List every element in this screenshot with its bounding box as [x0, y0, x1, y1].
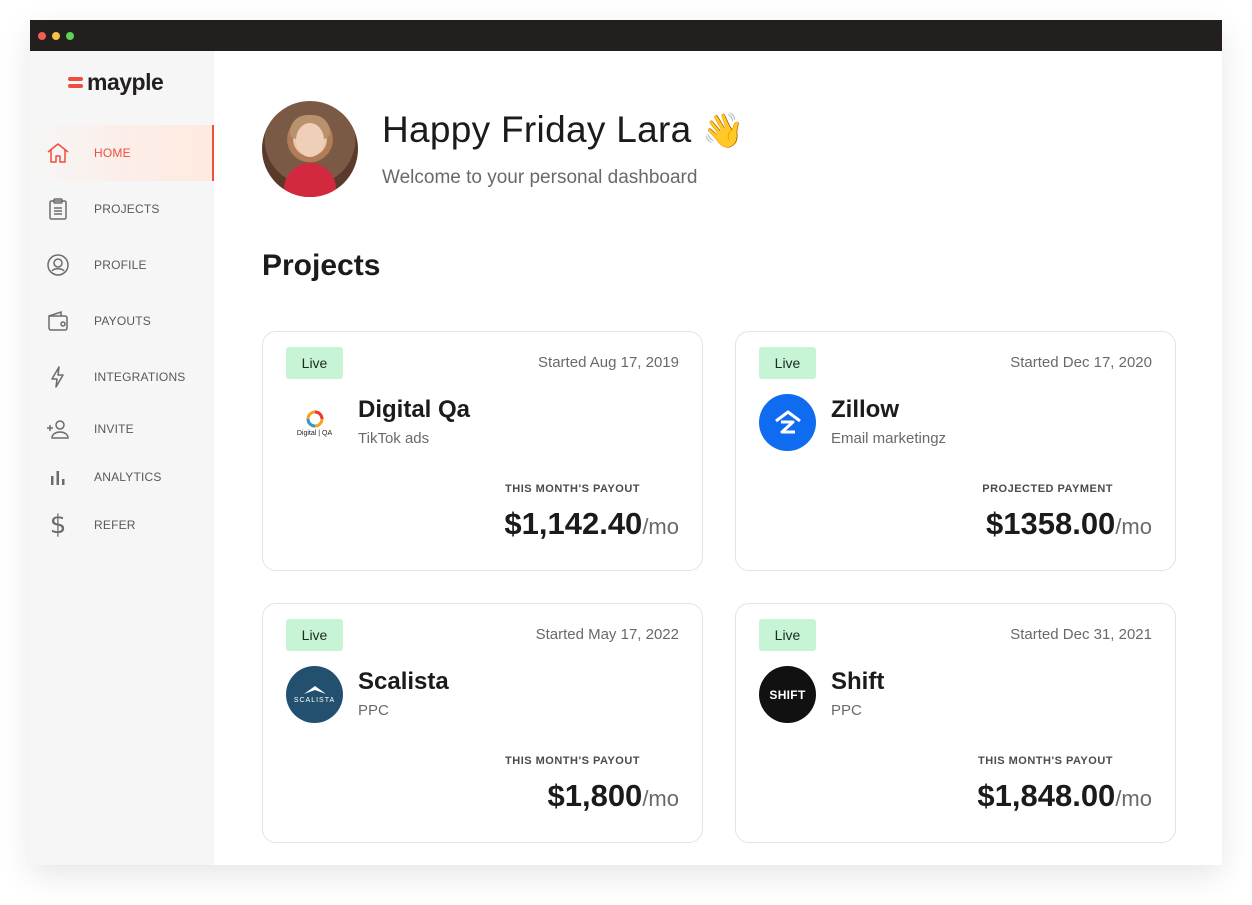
- digital-qa-logo-text: Digital | QA: [296, 429, 333, 437]
- maximize-window-dot[interactable]: [66, 31, 74, 40]
- sidebar-item-label: INVITE: [94, 422, 134, 436]
- project-card-scalista[interactable]: Live Started May 17, 2022 SCALISTA Scali…: [262, 603, 703, 843]
- project-type: PPC: [831, 702, 862, 719]
- project-card-zillow[interactable]: Live Started Dec 17, 2020 Zillow Email m…: [735, 331, 1176, 571]
- minimize-window-dot[interactable]: [52, 31, 60, 40]
- payout-label: THIS MONTH'S PAYOUT: [505, 755, 640, 767]
- sidebar-item-integrations[interactable]: INTEGRATIONS: [30, 349, 214, 405]
- scalista-peak-icon: [303, 686, 326, 694]
- project-type: TikTok ads: [358, 430, 430, 447]
- project-name: Zillow: [831, 396, 899, 423]
- sidebar-item-projects[interactable]: PROJECTS: [30, 181, 214, 237]
- status-badge: Live: [759, 619, 816, 651]
- start-date: Started Dec 17, 2020: [1010, 354, 1152, 371]
- payout-label: PROJECTED PAYMENT: [982, 483, 1113, 495]
- sidebar-item-invite[interactable]: INVITE: [30, 405, 214, 453]
- sidebar-item-label: INTEGRATIONS: [94, 370, 186, 384]
- project-name: Digital Qa: [358, 396, 471, 423]
- clipboard-icon: [46, 197, 70, 221]
- user-circle-icon: [46, 253, 70, 277]
- amount-period: /mo: [1115, 514, 1152, 539]
- start-date: Started Aug 17, 2019: [538, 354, 679, 371]
- title-bar: [30, 20, 1222, 51]
- bar-chart-icon: [46, 465, 70, 489]
- projects-section-title: Projects: [262, 249, 381, 282]
- lightning-icon: [46, 365, 70, 389]
- sidebar-nav: HOME PROJECTS PROFILE PAYOUTS INTEGRATIO…: [30, 125, 214, 549]
- shift-logo-icon: SHIFT: [759, 666, 816, 723]
- page-title: Happy Friday Lara 👋: [382, 109, 745, 151]
- project-name: Scalista: [358, 668, 449, 695]
- sidebar-item-label: ANALYTICS: [94, 470, 162, 484]
- amount-value: $1,142.40: [504, 506, 643, 541]
- status-badge: Live: [286, 347, 343, 379]
- logo-text: mayple: [87, 69, 164, 95]
- main-content: Happy Friday Lara 👋 Welcome to your pers…: [214, 51, 1222, 865]
- amount-value: $1,800: [547, 778, 643, 813]
- add-person-icon: [46, 417, 70, 441]
- wallet-icon: [46, 309, 70, 333]
- amount-period: /mo: [1115, 786, 1152, 811]
- project-card-digital-qa[interactable]: Live Started Aug 17, 2019 Digital | QA D…: [262, 331, 703, 571]
- close-window-dot[interactable]: [38, 31, 46, 40]
- mayple-logo[interactable]: mayple: [68, 69, 164, 96]
- payout-amount: $1,800 /mo: [547, 778, 679, 814]
- zillow-logo-icon: [759, 394, 816, 451]
- sidebar-item-payouts[interactable]: PAYOUTS: [30, 293, 214, 349]
- home-icon: [46, 141, 70, 165]
- digital-qa-logo-icon: Digital | QA: [286, 394, 343, 451]
- digital-qa-ring-icon: [306, 410, 323, 427]
- sidebar-item-label: PROJECTS: [94, 202, 160, 216]
- payout-label: THIS MONTH'S PAYOUT: [978, 755, 1113, 767]
- start-date: Started Dec 31, 2021: [1010, 626, 1152, 643]
- amount-value: $1,848.00: [977, 778, 1116, 813]
- greeting-text: Happy Friday Lara: [382, 109, 692, 150]
- project-card-shift[interactable]: Live Started Dec 31, 2021 SHIFT Shift PP…: [735, 603, 1176, 843]
- app-window: mayple HOME PROJECTS PROFILE PAYOUTS INT…: [30, 20, 1222, 865]
- scalista-logo-icon: SCALISTA: [286, 666, 343, 723]
- logo-mark-icon: [68, 77, 83, 88]
- start-date: Started May 17, 2022: [535, 626, 679, 643]
- scalista-logo-text: SCALISTA: [293, 697, 336, 704]
- project-name: Shift: [831, 668, 885, 695]
- amount-period: /mo: [642, 786, 679, 811]
- payout-label: THIS MONTH'S PAYOUT: [505, 483, 640, 495]
- sidebar-item-analytics[interactable]: ANALYTICS: [30, 453, 214, 501]
- sidebar: mayple HOME PROJECTS PROFILE PAYOUTS INT…: [30, 51, 214, 865]
- payout-amount: $1,848.00 /mo: [977, 778, 1152, 814]
- dollar-icon: $: [49, 510, 67, 540]
- waving-hand-icon: 👋: [702, 111, 745, 151]
- payout-amount: $1358.00 /mo: [986, 506, 1152, 542]
- status-badge: Live: [286, 619, 343, 651]
- sidebar-item-refer[interactable]: $ REFER: [30, 501, 214, 549]
- status-badge: Live: [759, 347, 816, 379]
- shift-logo-text: SHIFT: [769, 687, 806, 702]
- sidebar-item-label: HOME: [94, 146, 131, 160]
- amount-value: $1358.00: [986, 506, 1116, 541]
- sidebar-item-label: PAYOUTS: [94, 314, 151, 328]
- project-type: Email marketingz: [831, 430, 947, 447]
- avatar[interactable]: [262, 101, 358, 197]
- sidebar-item-home[interactable]: HOME: [30, 125, 214, 181]
- sidebar-item-profile[interactable]: PROFILE: [30, 237, 214, 293]
- project-type: PPC: [358, 702, 389, 719]
- sidebar-item-label: REFER: [94, 518, 136, 532]
- sidebar-item-label: PROFILE: [94, 258, 147, 272]
- amount-period: /mo: [642, 514, 679, 539]
- payout-amount: $1,142.40 /mo: [504, 506, 679, 542]
- page-subtitle: Welcome to your personal dashboard: [382, 167, 698, 188]
